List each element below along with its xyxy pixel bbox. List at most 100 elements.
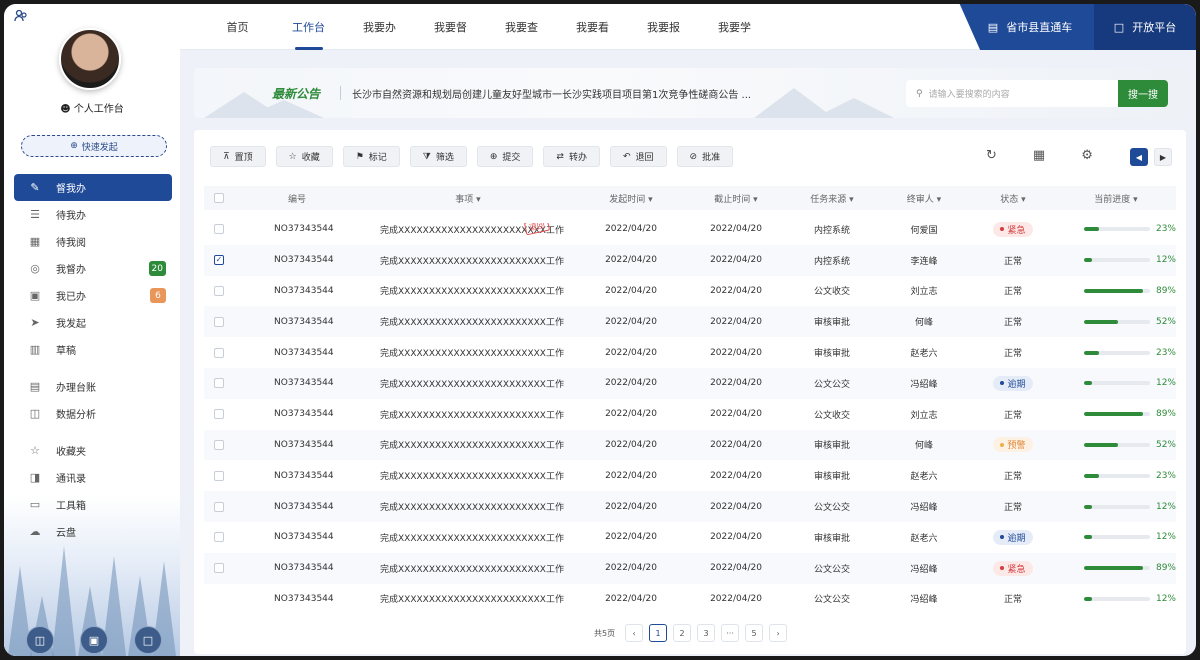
select-all-checkbox[interactable] bbox=[214, 193, 224, 203]
row-select-cell[interactable] bbox=[204, 532, 234, 543]
next-page-icon[interactable]: › bbox=[769, 624, 788, 642]
select-all-cell[interactable] bbox=[204, 193, 234, 203]
row-checkbox[interactable]: ✓ bbox=[214, 255, 224, 266]
sidebar-item[interactable]: ▦ 待我阅 bbox=[14, 228, 172, 255]
row-checkbox[interactable] bbox=[214, 316, 224, 327]
toolbar-button[interactable]: ⇄ 转办 bbox=[543, 146, 600, 167]
prev-arrow-icon[interactable]: ◀ bbox=[1130, 148, 1148, 166]
row-select-cell[interactable] bbox=[204, 439, 234, 450]
toolbar-button[interactable]: ⚑ 标记 bbox=[342, 146, 400, 167]
nav-tab[interactable]: 我要查 bbox=[486, 4, 557, 50]
table-row[interactable]: NO37343544 完成XXXXXXXXXXXXXXXXXXXXXXXX工作 退回… bbox=[204, 214, 1176, 245]
row-select-cell[interactable] bbox=[204, 285, 234, 296]
row-select-cell[interactable] bbox=[204, 409, 234, 420]
column-header[interactable]: 截止时间 ▾ bbox=[686, 192, 786, 205]
column-header[interactable]: 终审人 ▾ bbox=[878, 192, 970, 205]
row-checkbox[interactable] bbox=[214, 439, 224, 450]
column-header[interactable]: 状态 ▾ bbox=[970, 192, 1056, 205]
row-checkbox[interactable] bbox=[214, 347, 224, 358]
row-select-cell[interactable] bbox=[204, 470, 234, 481]
row-checkbox[interactable] bbox=[214, 378, 224, 389]
nav-tab[interactable]: 首页 bbox=[202, 4, 273, 50]
notice-text[interactable]: 长沙市自然资源和规划局创建儿童友好型城市一长沙实践项目项目第1次竞争性磋商公告 … bbox=[352, 86, 772, 101]
search-button[interactable]: 搜一搜 bbox=[1118, 80, 1168, 107]
sidebar-item[interactable]: ◨ 通讯录 bbox=[14, 464, 172, 491]
page-number[interactable]: 2 bbox=[673, 624, 692, 642]
column-header[interactable]: 任务来源 ▾ bbox=[786, 192, 878, 205]
sidebar-item[interactable]: ▤ 办理台账 bbox=[14, 373, 172, 400]
table-row[interactable]: ✓ NO37343544 完成XXXXXXXXXXXXXXXXXXXXXXXX工作 2… bbox=[204, 244, 1176, 276]
toolbar-button[interactable]: ⊘ 批准 bbox=[676, 146, 734, 167]
toolbar-button[interactable]: ⊼ 置顶 bbox=[210, 146, 266, 167]
table-row[interactable]: NO37343544 完成XXXXXXXXXXXXXXXXXXXXXXXX工作 20… bbox=[204, 276, 1176, 307]
row-checkbox[interactable] bbox=[214, 409, 224, 420]
page-number[interactable]: 3 bbox=[697, 624, 716, 642]
calendar-icon[interactable]: ▦ bbox=[1033, 148, 1045, 163]
row-select-cell[interactable] bbox=[204, 378, 234, 389]
row-select-cell[interactable]: ✓ bbox=[204, 255, 234, 266]
sidebar-item[interactable]: ✎ 督我办 bbox=[14, 174, 172, 201]
column-header[interactable]: 发起时间 ▾ bbox=[576, 192, 686, 205]
page-number[interactable]: 1 bbox=[649, 624, 668, 642]
nav-tab[interactable]: 我要办 bbox=[344, 4, 415, 50]
quick-launch-button[interactable]: ⊕ 快速发起 bbox=[21, 135, 167, 157]
row-checkbox[interactable] bbox=[214, 532, 224, 543]
settings-icon[interactable]: ⚙ bbox=[1081, 148, 1093, 163]
page-number[interactable]: 5 bbox=[745, 624, 764, 642]
nav-tab[interactable]: 我要学 bbox=[699, 4, 770, 50]
table-row[interactable]: NO37343544 完成XXXXXXXXXXXXXXXXXXXXXXXX工作 20… bbox=[204, 367, 1176, 399]
row-select-cell[interactable] bbox=[204, 563, 234, 574]
table-row[interactable]: NO37343544 完成XXXXXXXXXXXXXXXXXXXXXXXX工作 20… bbox=[204, 522, 1176, 553]
row-select-cell[interactable] bbox=[204, 316, 234, 327]
toolbar-button[interactable]: ⊕ 提交 bbox=[476, 146, 534, 167]
row-select-cell[interactable] bbox=[204, 501, 234, 512]
table-row[interactable]: NO37343544 完成XXXXXXXXXXXXXXXXXXXXXXXX工作 20… bbox=[204, 460, 1176, 491]
layout-window-icon[interactable]: □ bbox=[134, 626, 162, 654]
row-checkbox[interactable] bbox=[214, 285, 224, 296]
nav-tab[interactable]: 工作台 bbox=[273, 4, 344, 50]
direct-train-button[interactable]: ▤ 省市县直通车 bbox=[959, 4, 1094, 50]
toolbar-button[interactable]: ↶ 退回 bbox=[609, 146, 667, 167]
row-select-cell[interactable] bbox=[204, 347, 234, 358]
row-select-cell[interactable] bbox=[204, 224, 234, 235]
toolbar-button[interactable]: ⧩ 筛选 bbox=[409, 146, 467, 167]
table-row[interactable]: NO37343544 完成XXXXXXXXXXXXXXXXXXXXXXXX工作 20… bbox=[204, 491, 1176, 522]
profile-label[interactable]: ☻ 个人工作台 bbox=[4, 100, 180, 115]
table-row[interactable]: NO37343544 完成XXXXXXXXXXXXXXXXXXXXXXXX工作 20… bbox=[204, 429, 1176, 461]
sidebar-item[interactable]: ▣ 我已办 6 bbox=[14, 282, 172, 309]
table-row[interactable]: NO37343544 完成XXXXXXXXXXXXXXXXXXXXXXXX工作 20… bbox=[204, 584, 1176, 615]
open-platform-button[interactable]: □ 开放平台 bbox=[1094, 4, 1196, 50]
row-checkbox[interactable] bbox=[214, 470, 224, 481]
sidebar-item[interactable]: ▥ 草稿 bbox=[14, 336, 172, 363]
table-row[interactable]: NO37343544 完成XXXXXXXXXXXXXXXXXXXXXXXX工作 20… bbox=[204, 552, 1176, 584]
layout-split-icon[interactable]: ◫ bbox=[26, 626, 54, 654]
table-row[interactable]: NO37343544 完成XXXXXXXXXXXXXXXXXXXXXXXX工作 20… bbox=[204, 399, 1176, 430]
refresh-icon[interactable]: ↻ bbox=[986, 148, 997, 163]
sidebar-item[interactable]: ◫ 数据分析 bbox=[14, 400, 172, 427]
start-date: 2022/04/20 bbox=[605, 378, 657, 389]
sidebar-item[interactable]: ☆ 收藏夹 bbox=[14, 437, 172, 464]
table-row[interactable]: NO37343544 完成XXXXXXXXXXXXXXXXXXXXXXXX工作 20… bbox=[204, 306, 1176, 338]
nav-tab[interactable]: 我要报 bbox=[628, 4, 699, 50]
column-header[interactable]: 当前进度 ▾ bbox=[1056, 192, 1176, 205]
row-checkbox[interactable] bbox=[214, 501, 224, 512]
row-checkbox[interactable] bbox=[214, 224, 224, 235]
column-header[interactable]: 事项 ▾ bbox=[360, 192, 576, 205]
page-number[interactable]: ··· bbox=[721, 624, 740, 642]
nav-tab[interactable]: 我要督 bbox=[415, 4, 486, 50]
sidebar-item[interactable]: ➤ 我发起 bbox=[14, 309, 172, 336]
next-arrow-icon[interactable]: ▶ bbox=[1154, 148, 1172, 166]
table-row[interactable]: NO37343544 完成XXXXXXXXXXXXXXXXXXXXXXXX工作 20… bbox=[204, 337, 1176, 368]
sidebar-item[interactable]: ▭ 工具箱 bbox=[14, 491, 172, 518]
layout-panel-icon[interactable]: ▣ bbox=[80, 626, 108, 654]
prev-page-icon[interactable]: ‹ bbox=[625, 624, 644, 642]
column-header[interactable]: 编号 bbox=[234, 192, 360, 205]
sidebar-item[interactable]: ☰ 待我办 bbox=[14, 201, 172, 228]
avatar[interactable] bbox=[59, 28, 121, 90]
row-checkbox[interactable] bbox=[214, 563, 224, 574]
nav-tab[interactable]: 我要看 bbox=[557, 4, 628, 50]
toolbar-button[interactable]: ☆ 收藏 bbox=[275, 146, 333, 167]
sidebar-item[interactable]: ☁ 云盘 bbox=[14, 518, 172, 545]
sidebar-item[interactable]: ◎ 我督办 20 bbox=[14, 255, 172, 282]
search-input[interactable]: ⚲ 请输入要搜索的内容 bbox=[906, 80, 1118, 107]
